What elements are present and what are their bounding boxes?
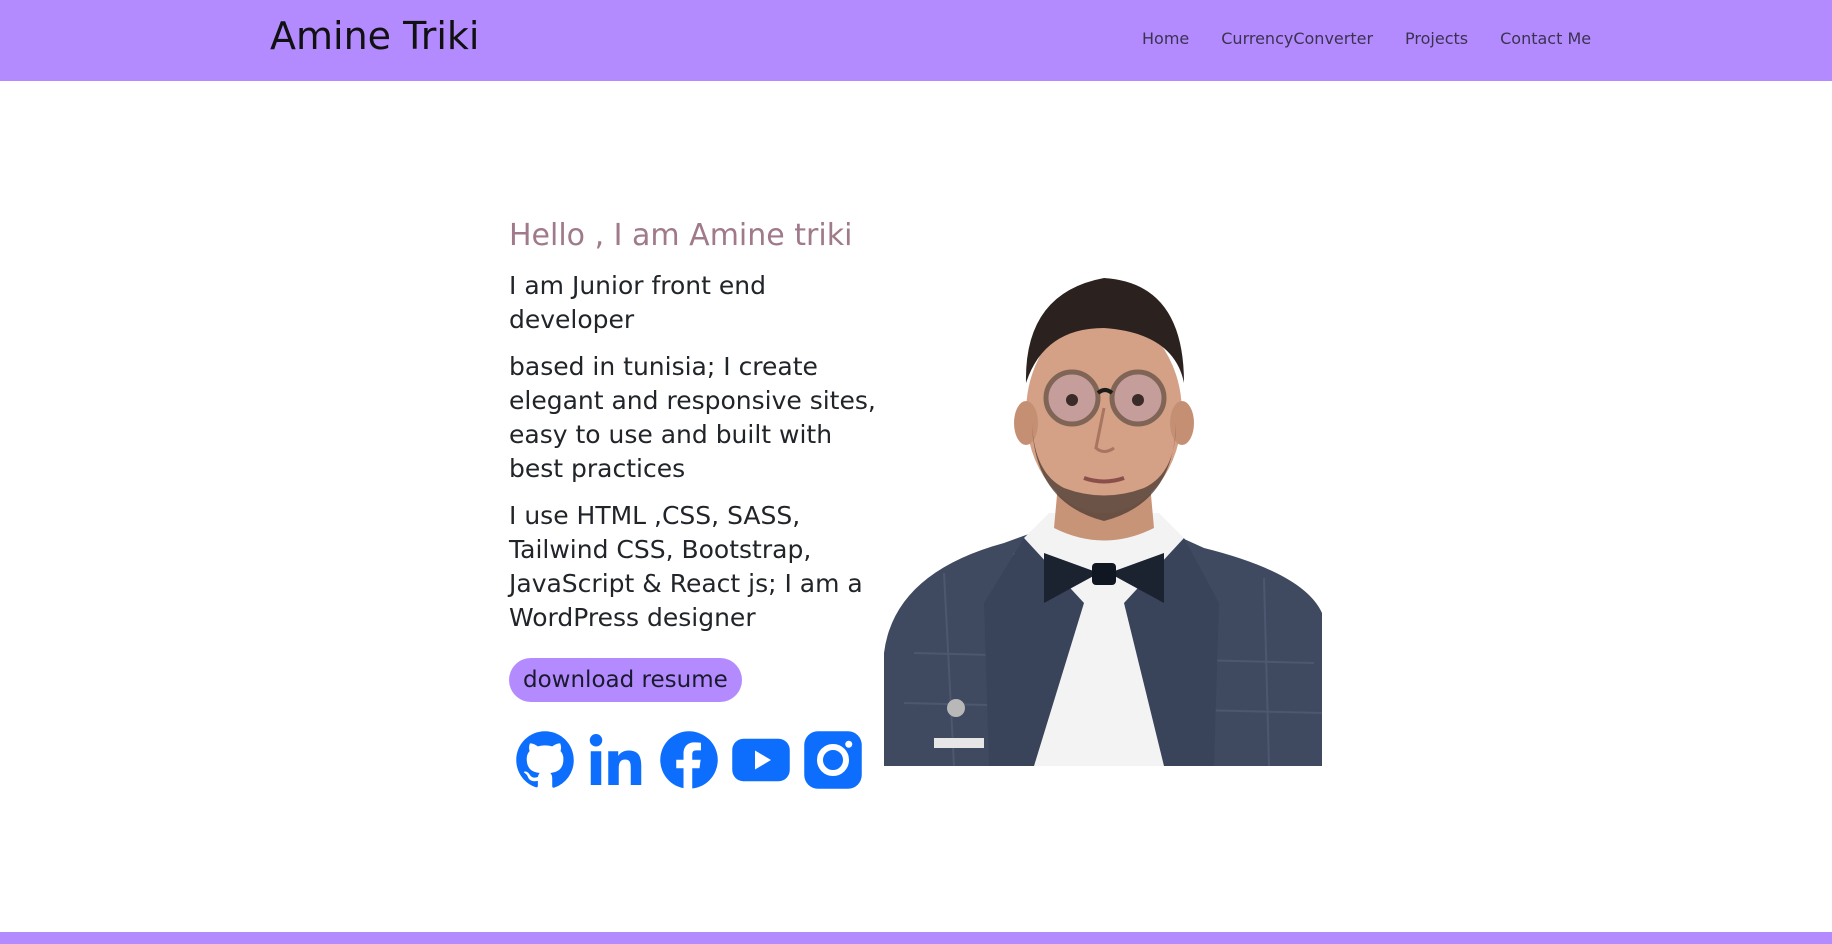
hero-skills: I use HTML ,CSS, SASS, Tailwind CSS, Boo… [509,501,863,632]
hero-role: I am Junior front end developer [509,271,766,334]
hero-greeting: Hello , I am Amine triki [509,218,853,253]
facebook-icon[interactable] [659,730,719,790]
brand-logo[interactable]: Amine Triki [270,14,479,58]
instagram-icon[interactable] [803,730,863,790]
youtube-icon[interactable] [731,730,791,790]
hero-description: based in tunisia; I create elegant and r… [509,352,876,483]
nav-link-home[interactable]: Home [1142,29,1189,48]
linkedin-icon[interactable] [587,730,647,790]
social-links [509,730,884,790]
download-resume-button[interactable]: download resume [509,658,742,702]
profile-photo [884,273,1323,767]
navbar: Amine Triki Home CurrencyConverter Proje… [0,0,1832,81]
nav-links: Home CurrencyConverter Projects Contact … [1142,29,1591,48]
hero-section: Hello , I am Amine triki I am Junior fro… [509,216,884,790]
footer-bar [0,932,1832,944]
nav-link-projects[interactable]: Projects [1405,29,1468,48]
nav-link-currency-converter[interactable]: CurrencyConverter [1221,29,1373,48]
nav-link-contact-me[interactable]: Contact Me [1500,29,1591,48]
github-icon[interactable] [515,730,575,790]
